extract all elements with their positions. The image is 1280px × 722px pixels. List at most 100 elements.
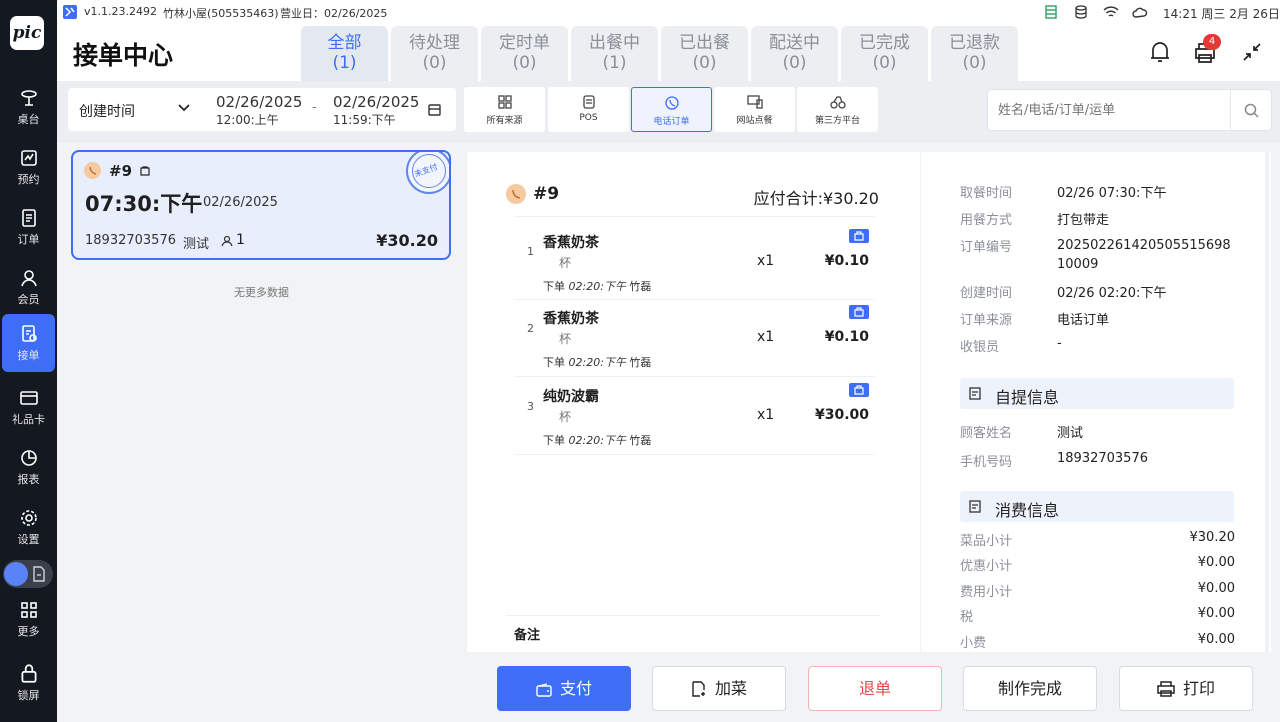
quick-switch-pill[interactable] — [3, 560, 53, 588]
item-qty: x1 — [757, 407, 775, 423]
sidebar-item-lock[interactable]: 锁屏 — [0, 652, 57, 710]
sidebar-item-tables[interactable]: 桌台 — [0, 78, 57, 136]
info-label: 费用小计 — [960, 585, 1013, 600]
monitor-icon — [746, 95, 763, 109]
item-qty: x1 — [757, 253, 775, 269]
customer-phone-value: 18932703576 — [1057, 451, 1148, 466]
refund-button[interactable]: 退单 — [808, 666, 942, 711]
search-input[interactable] — [998, 100, 1218, 120]
sidebar-item-members[interactable]: 会员 — [0, 258, 57, 316]
item-price: ¥0.10 — [824, 253, 869, 269]
order-card[interactable]: #9 07:30:下午 02/26/2025 未支付 18932703576 测… — [71, 150, 451, 260]
start-date[interactable]: 02/26/2025 — [216, 93, 302, 111]
button-label: 制作完成 — [997, 679, 1062, 698]
add-dish-button[interactable]: 加菜 — [652, 666, 786, 711]
delivery-icon — [829, 96, 846, 109]
tab-label: 已完成 — [859, 33, 910, 53]
add-document-icon — [692, 681, 705, 697]
item-unit: 杯 — [559, 256, 572, 270]
start-time[interactable]: 12:00:上午 — [216, 111, 279, 128]
search-box — [987, 89, 1272, 131]
button-label: 退单 — [858, 679, 891, 698]
tab-pending[interactable]: 待处理 (0) — [391, 26, 478, 81]
info-label: 菜品小计 — [960, 534, 1013, 549]
source-phone-button[interactable]: 电话订单 — [631, 87, 712, 132]
table-bell-icon[interactable] — [4, 562, 28, 586]
customer-phone: 18932703576 — [85, 233, 176, 248]
tab-label: 配送中 — [769, 33, 820, 53]
tab-label: 已退款 — [949, 33, 1000, 53]
document-icon — [969, 500, 981, 513]
filter-bar: 创建时间 02/26/2025 12:00:上午 - 02/26/2025 11… — [57, 81, 1280, 143]
print-button[interactable]: 打印 — [1119, 666, 1253, 711]
order-source-value: 电话订单 — [1057, 313, 1110, 328]
tab-count: (1) — [332, 53, 357, 73]
gift-card-icon — [19, 391, 38, 405]
sidebar-item-settings[interactable]: 设置 — [0, 498, 57, 556]
tab-delivering[interactable]: 配送中 (0) — [751, 26, 838, 81]
source-label: 电话订单 — [653, 117, 690, 127]
info-label: 小费 — [960, 636, 987, 651]
pie-chart-icon — [20, 450, 37, 466]
tab-preparing[interactable]: 出餐中 (1) — [571, 26, 658, 81]
order-list-icon — [21, 209, 36, 227]
tab-scheduled[interactable]: 定时单 (0) — [481, 26, 568, 81]
takeaway-bag-icon — [140, 166, 150, 176]
subtotal-value: ¥30.20 — [1189, 530, 1236, 545]
grid-icon — [20, 602, 37, 618]
guest-count: 1 — [236, 232, 245, 248]
search-icon[interactable] — [1244, 103, 1259, 118]
sidebar-item-orders[interactable]: 订单 — [0, 198, 57, 256]
scrollbar[interactable] — [1265, 152, 1269, 652]
app-icon — [63, 5, 77, 19]
finish-cooking-button[interactable]: 制作完成 — [963, 666, 1097, 711]
takeaway-bag-icon — [849, 305, 869, 319]
source-pos-button[interactable]: POS — [548, 87, 629, 132]
list-item[interactable]: 3 纯奶波霸 杯 x1 ¥30.00 下单 02:20:下午 竹磊 — [515, 379, 875, 455]
business-day: 营业日：02/26/2025 — [280, 7, 388, 20]
tab-all[interactable]: 全部 (1) — [301, 26, 388, 81]
chevron-down-icon[interactable] — [178, 104, 190, 112]
collapse-icon[interactable] — [1242, 42, 1262, 62]
source-label: POS — [579, 113, 598, 123]
info-label: 顾客姓名 — [960, 426, 1013, 441]
end-time[interactable]: 11:59:下午 — [333, 111, 396, 128]
sidebar-item-more[interactable]: 更多 — [0, 590, 57, 648]
item-index: 1 — [527, 245, 534, 258]
tab-ready[interactable]: 已出餐 (0) — [661, 26, 748, 81]
pay-button[interactable]: 支付 — [497, 666, 631, 711]
item-name: 香蕉奶茶 — [543, 311, 599, 327]
sidebar-item-label: 订单 — [17, 233, 40, 246]
list-item[interactable]: 2 香蕉奶茶 杯 x1 ¥0.10 下单 02:20:下午 竹磊 — [515, 301, 875, 377]
lock-icon — [21, 664, 36, 683]
bell-icon[interactable] — [1149, 40, 1171, 64]
sidebar-item-reservation[interactable]: 预约 — [0, 138, 57, 196]
sort-select[interactable]: 创建时间 — [79, 101, 135, 121]
source-label: 所有来源 — [486, 116, 523, 126]
item-index: 2 — [527, 322, 534, 335]
sidebar-item-label: 报表 — [17, 473, 40, 486]
button-label: 打印 — [1182, 679, 1215, 698]
detail-order-number: #9 — [533, 184, 560, 204]
created-time-value: 02/26 02:20:下午 — [1057, 286, 1167, 301]
consume-section-header: 消费信息 — [960, 491, 1234, 522]
tab-completed[interactable]: 已完成 (0) — [841, 26, 928, 81]
source-web-button[interactable]: 网站点餐 — [714, 87, 795, 132]
tab-label: 出餐中 — [589, 33, 640, 53]
sidebar-item-gift-card[interactable]: 礼品卡 — [0, 378, 57, 436]
info-label: 创建时间 — [960, 286, 1013, 301]
pos-terminal-icon — [582, 95, 595, 109]
source-all-button[interactable]: 所有来源 — [464, 87, 545, 132]
tab-refunded[interactable]: 已退款 (0) — [931, 26, 1018, 81]
sidebar-item-reports[interactable]: 报表 — [0, 438, 57, 496]
tab-count: (0) — [962, 53, 987, 73]
divider — [506, 615, 881, 616]
date-range-filter: 创建时间 02/26/2025 12:00:上午 - 02/26/2025 11… — [68, 88, 456, 131]
sidebar-item-receive-orders[interactable]: 接单 — [2, 314, 55, 372]
source-third-party-button[interactable]: 第三方平台 — [797, 87, 878, 132]
calendar-icon[interactable] — [428, 103, 441, 116]
takeaway-bag-icon — [849, 383, 869, 397]
end-date[interactable]: 02/26/2025 — [333, 93, 419, 111]
document-icon[interactable] — [32, 566, 46, 582]
list-item[interactable]: 1 香蕉奶茶 杯 x1 ¥0.10 下单 02:20:下午 竹磊 — [515, 224, 875, 300]
